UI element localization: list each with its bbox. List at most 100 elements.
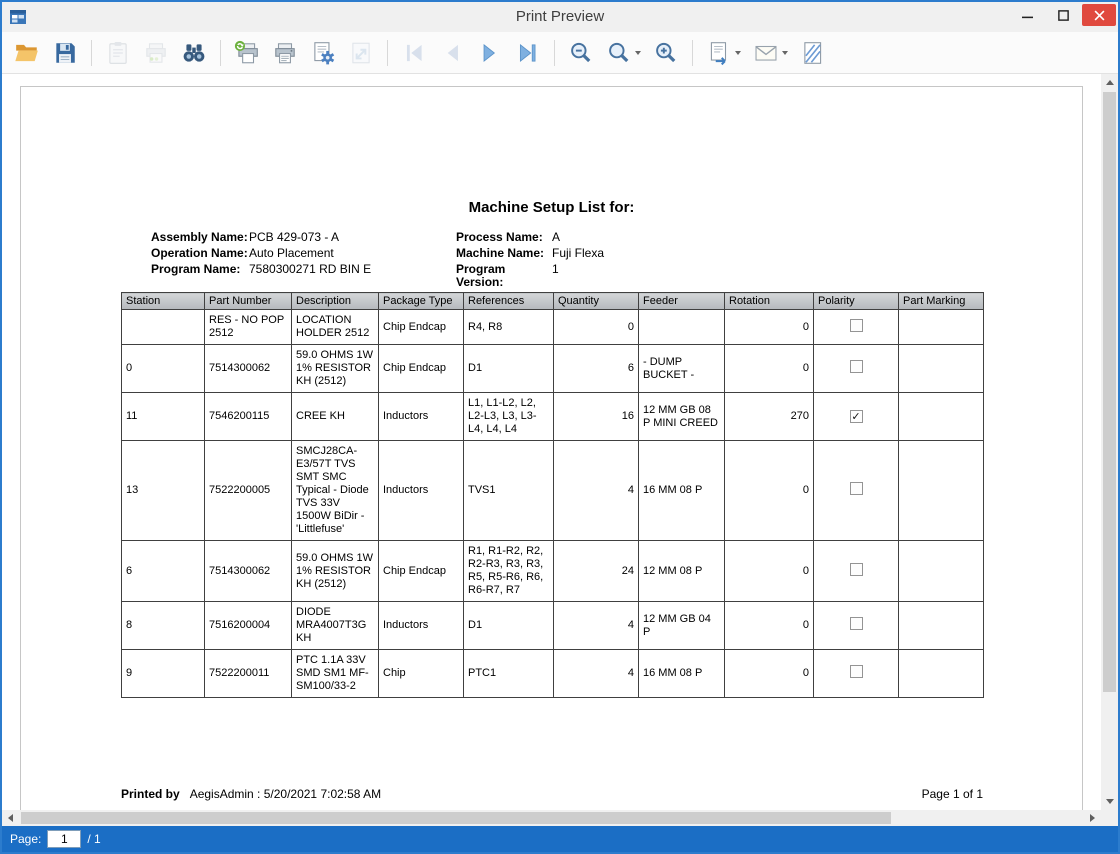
table-row: RES - NO POP 2512LOCATION HOLDER 2512Chi… <box>122 310 984 345</box>
binoculars-icon <box>181 40 207 66</box>
cell-quantity: 16 <box>554 393 639 441</box>
last-page-button[interactable] <box>513 38 543 68</box>
watermark-button[interactable] <box>798 38 828 68</box>
print-button[interactable] <box>270 38 300 68</box>
column-header-part-marking: Part Marking <box>899 293 984 310</box>
cell-package-type: Inductors <box>379 441 464 541</box>
cell-station: 11 <box>122 393 205 441</box>
previous-page-button <box>437 38 467 68</box>
cell-description: 59.0 OHMS 1W 1% RESISTOR KH (2512) <box>292 345 379 393</box>
zoom-button[interactable] <box>604 38 643 68</box>
page-number-input[interactable] <box>47 830 81 848</box>
meta-label: Machine Name: <box>456 247 552 260</box>
magnifier-icon <box>606 40 632 66</box>
scroll-up-arrow-icon[interactable] <box>1101 74 1118 91</box>
last-page-icon <box>515 40 541 66</box>
find-button[interactable] <box>179 38 209 68</box>
maximize-button[interactable] <box>1046 4 1080 26</box>
polarity-checkbox <box>850 563 863 576</box>
first-page-icon <box>401 40 427 66</box>
cell-references: R1, R1-R2, R2, R2-R3, R3, R3, R5, R5-R6,… <box>464 541 554 602</box>
cell-part-number: 7514300062 <box>205 541 292 602</box>
cell-part-number: 7516200004 <box>205 602 292 650</box>
horizontal-scroll-thumb[interactable] <box>21 812 891 824</box>
send-email-button[interactable] <box>751 38 790 68</box>
table-row: 6751430006259.0 OHMS 1W 1% RESISTOR KH (… <box>122 541 984 602</box>
export-button[interactable] <box>704 38 743 68</box>
scroll-down-arrow-icon[interactable] <box>1101 793 1118 810</box>
toolbar-separator <box>692 40 693 66</box>
close-button[interactable] <box>1082 4 1116 26</box>
cell-feeder <box>639 310 725 345</box>
save-button[interactable] <box>50 38 80 68</box>
cell-quantity: 4 <box>554 650 639 698</box>
dropdown-caret-icon[interactable] <box>635 51 641 55</box>
page-info: Page 1 of 1 <box>922 787 983 801</box>
open-button[interactable] <box>12 38 42 68</box>
polarity-checkbox: ✓ <box>850 410 863 423</box>
printed-by-label: Printed by <box>121 787 180 801</box>
zoom-out-icon <box>568 40 594 66</box>
print-dialog-button[interactable] <box>232 38 262 68</box>
meta-value: Auto Placement <box>249 247 334 260</box>
toolbar <box>2 32 1118 74</box>
print-preview-window: Print Preview Machine Setup List for: As… <box>0 0 1120 854</box>
cell-part-marking <box>899 345 984 393</box>
scroll-right-arrow-icon[interactable] <box>1084 810 1101 826</box>
page-setup-button[interactable] <box>308 38 338 68</box>
page-setup-icon <box>310 40 336 66</box>
scroll-left-arrow-icon[interactable] <box>2 810 19 826</box>
dropdown-caret-icon[interactable] <box>782 51 788 55</box>
next-page-icon <box>477 40 503 66</box>
cell-rotation: 0 <box>725 345 814 393</box>
cell-package-type: Inductors <box>379 602 464 650</box>
quick-print-icon <box>143 40 169 66</box>
minimize-button[interactable] <box>1010 4 1044 26</box>
cell-part-marking <box>899 393 984 441</box>
column-header-description: Description <box>292 293 379 310</box>
printer-icon <box>272 40 298 66</box>
table-row: 97522200011PTC 1.1A 33V SMD SM1 MF-SM100… <box>122 650 984 698</box>
quick-print-button <box>141 38 171 68</box>
report-footer: Printed byAegisAdmin : 5/20/2021 7:02:58… <box>121 787 983 801</box>
cell-description: 59.0 OHMS 1W 1% RESISTOR KH (2512) <box>292 541 379 602</box>
cell-part-marking <box>899 310 984 345</box>
dropdown-caret-icon[interactable] <box>735 51 741 55</box>
vertical-scrollbar[interactable] <box>1101 74 1118 810</box>
cell-quantity: 6 <box>554 345 639 393</box>
meta-row: Program Name:7580300271 RD BIN E <box>151 263 371 276</box>
meta-value: Fuji Flexa <box>552 247 604 260</box>
horizontal-scroll-track[interactable] <box>19 810 1084 826</box>
meta-label: Process Name: <box>456 231 552 244</box>
zoom-out-button[interactable] <box>566 38 596 68</box>
printer-refresh-icon <box>234 40 260 66</box>
cell-feeder: 16 MM 08 P <box>639 441 725 541</box>
cell-package-type: Chip <box>379 650 464 698</box>
cell-references: R4, R8 <box>464 310 554 345</box>
cell-part-number: RES - NO POP 2512 <box>205 310 292 345</box>
report-page: Machine Setup List for: Assembly Name:PC… <box>20 86 1083 810</box>
scale-icon <box>348 40 374 66</box>
cell-package-type: Inductors <box>379 393 464 441</box>
column-header-rotation: Rotation <box>725 293 814 310</box>
statusbar: Page: / 1 <box>2 826 1118 852</box>
cell-part-marking <box>899 602 984 650</box>
setup-table: StationPart NumberDescriptionPackage Typ… <box>121 292 984 698</box>
cell-references: D1 <box>464 345 554 393</box>
meta-row: Operation Name:Auto Placement <box>151 247 371 260</box>
meta-value: 1 <box>552 263 559 289</box>
cell-polarity <box>814 602 899 650</box>
cell-references: PTC1 <box>464 650 554 698</box>
cell-polarity <box>814 541 899 602</box>
cell-polarity <box>814 310 899 345</box>
vertical-scroll-thumb[interactable] <box>1103 92 1116 692</box>
next-page-button[interactable] <box>475 38 505 68</box>
meta-row: Program Version:1 <box>456 263 604 289</box>
horizontal-scrollbar[interactable] <box>2 810 1118 826</box>
cell-feeder: 16 MM 08 P <box>639 650 725 698</box>
zoom-in-button[interactable] <box>651 38 681 68</box>
cell-rotation: 0 <box>725 602 814 650</box>
cell-station: 9 <box>122 650 205 698</box>
titlebar[interactable]: Print Preview <box>2 2 1118 32</box>
meta-row: Process Name:A <box>456 231 604 244</box>
